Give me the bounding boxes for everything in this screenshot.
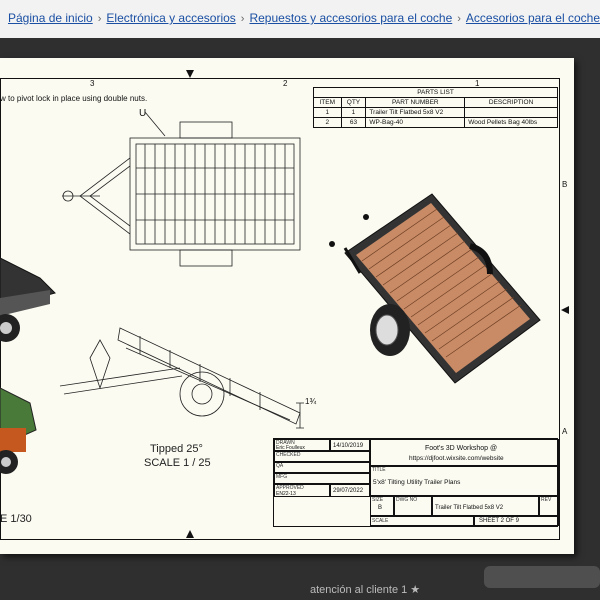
- parts-header-part-number: PART NUMBER: [365, 97, 466, 108]
- breadcrumb-car-accessories[interactable]: Accesorios para el coche: [466, 11, 600, 25]
- breadcrumb-separator: ›: [457, 13, 461, 25]
- table-cell: Trailer Tilt Flatbed 5x8 V2: [365, 107, 466, 118]
- frame-arrow-icon: [186, 530, 194, 538]
- approved-name: EN22-13: [276, 491, 296, 497]
- parts-header-qty: QTY: [340, 97, 367, 108]
- size-label: SIZE: [372, 497, 384, 503]
- breadcrumb-home[interactable]: Página de inicio: [8, 11, 93, 25]
- table-cell: Wood Pellets Bag 40lbs: [464, 117, 558, 128]
- table-row: 2 63 WP-Bag-40 Wood Pellets Bag 40lbs: [313, 117, 558, 128]
- table-cell: WP-Bag-40: [365, 117, 466, 128]
- dwg-no-value: Trailer Tilt Flatbed 5x8 V2: [435, 505, 504, 511]
- header-bar: Página de inicio › Electrónica y accesorio…: [0, 0, 600, 38]
- scale-label: SCALE: [372, 518, 389, 524]
- table-row: 1 1 Trailer Tilt Flatbed 5x8 V2: [313, 107, 558, 118]
- breadcrumb: Página de inicio › Electrónica y accesorio…: [8, 11, 600, 25]
- title-label: TITLE: [372, 467, 386, 473]
- qa-label: QA: [276, 463, 284, 469]
- company-name: Foot's 3D Workshop @: [425, 445, 498, 452]
- drawing-title: 5'x8' Tilting Utility Trailer Plans: [373, 479, 461, 486]
- breadcrumb-car-parts[interactable]: Repuestos y accesorios para el coche: [249, 11, 452, 25]
- isometric-trailer: [329, 193, 541, 384]
- parts-list-table: PARTS LIST ITEM QTY PART NUMBER DESCRIPT…: [313, 87, 558, 128]
- mfg-label: MFG: [276, 474, 288, 480]
- table-cell: 1: [340, 107, 367, 118]
- company-website[interactable]: https://djfoot.wixsite.com/website: [409, 455, 504, 462]
- left-partial-views: [0, 257, 56, 474]
- frame-arrow-icon: [186, 70, 194, 78]
- drawing-sheet[interactable]: 3 2 1 B A w to pivot lock in place using…: [0, 58, 574, 554]
- breadcrumb-separator: ›: [240, 13, 245, 25]
- top-view-trailer: [62, 111, 301, 267]
- approved-date: 29/07/2022: [333, 488, 364, 494]
- bottom-bar: atención al cliente 1 ★: [0, 580, 600, 600]
- parts-header-description: DESCRIPTION: [464, 97, 558, 108]
- table-cell: [464, 107, 558, 118]
- table-cell: 63: [340, 117, 367, 128]
- parts-list-title: PARTS LIST: [313, 87, 558, 98]
- parts-header-item: ITEM: [313, 97, 342, 108]
- breadcrumb-electronics[interactable]: Electrónica y accesorios: [106, 11, 235, 25]
- drawn-date: 14/10/2019: [333, 443, 364, 449]
- table-cell: 2: [313, 117, 342, 128]
- dwg-no-label: DWG NO: [396, 497, 418, 503]
- sheet-number: SHEET 2 OF 9: [479, 518, 519, 524]
- size-value: B: [378, 505, 383, 511]
- tipped-side-view: [59, 327, 304, 429]
- frame-arrow-icon: [561, 306, 569, 314]
- breadcrumb-separator: ›: [97, 13, 102, 25]
- checked-label: CHECKED: [276, 452, 301, 458]
- rev-label: REV: [541, 497, 552, 503]
- customer-service-text[interactable]: atención al cliente 1 ★: [310, 583, 420, 596]
- title-block: DRAWN Eric Foulleux 14/10/2019 CHECKED QA…: [273, 438, 559, 527]
- table-cell: 1: [313, 107, 342, 118]
